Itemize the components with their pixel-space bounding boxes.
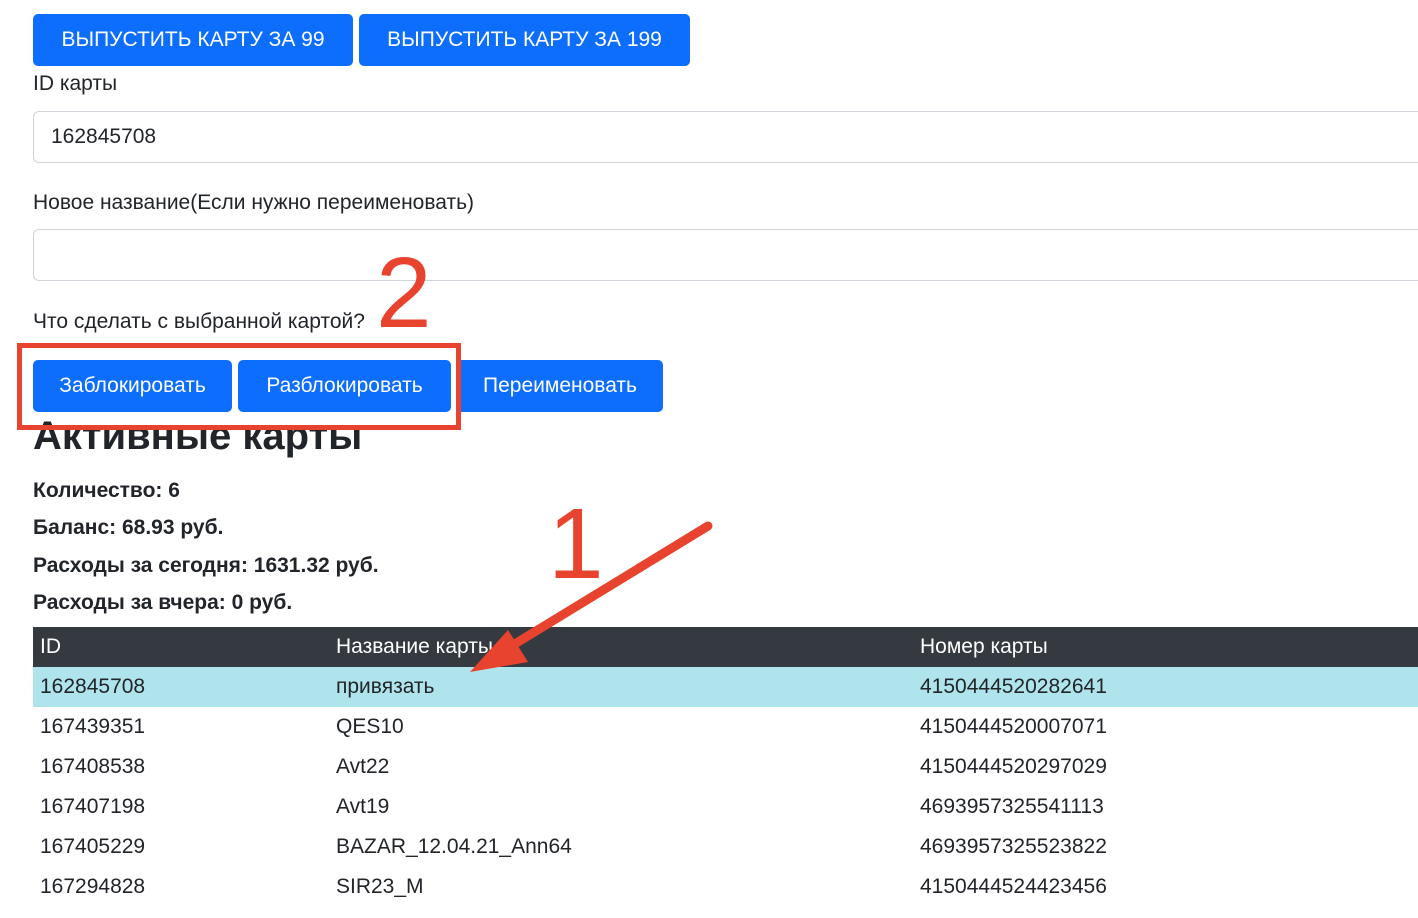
cell-number: 4693957325541113 bbox=[920, 795, 1104, 818]
new-name-input[interactable] bbox=[33, 229, 1418, 281]
cell-id: 167294828 bbox=[40, 875, 146, 898]
action-label: Что сделать с выбранной картой? bbox=[33, 310, 365, 333]
cards-table: ID Название карты Номер карты 162845708 … bbox=[33, 627, 1418, 907]
cell-number: 4150444520007071 bbox=[920, 715, 1107, 738]
table-row[interactable]: 167439351 QES10 4150444520007071 bbox=[33, 707, 1418, 747]
table-row[interactable]: 167407198 Avt19 4693957325541113 bbox=[33, 787, 1418, 827]
balance: Баланс: 68.93 руб. bbox=[33, 516, 224, 539]
column-header-number: Номер карты bbox=[913, 627, 1418, 667]
new-name-label: Новое название(Если нужно переименовать) bbox=[33, 191, 475, 214]
cell-number: 4693957325523822 bbox=[920, 835, 1107, 858]
cell-id: 162845708 bbox=[33, 667, 329, 707]
table-row-selected[interactable]: 162845708 привязать 4150444520282641 bbox=[33, 667, 1418, 707]
cell-id: 167405229 bbox=[40, 835, 146, 858]
card-id-input[interactable] bbox=[33, 111, 1418, 163]
card-id-label: ID карты bbox=[33, 72, 118, 95]
cell-id: 167439351 bbox=[40, 715, 146, 738]
table-row[interactable]: 167408538 Avt22 4150444520297029 bbox=[33, 747, 1418, 787]
column-header-id: ID bbox=[33, 627, 329, 667]
annotation-step-2: 2 bbox=[376, 237, 432, 349]
annotation-highlight-box bbox=[17, 343, 461, 430]
issue-card-199-button[interactable]: ВЫПУСТИТЬ КАРТУ ЗА 199 bbox=[359, 14, 690, 66]
issue-card-99-button[interactable]: ВЫПУСТИТЬ КАРТУ ЗА 99 bbox=[33, 14, 353, 66]
cell-name: Avt22 bbox=[336, 755, 390, 778]
cell-number: 4150444524423456 bbox=[920, 875, 1107, 898]
table-row[interactable]: 167294828 SIR23_M 4150444524423456 bbox=[33, 867, 1418, 907]
table-row[interactable]: 167405229 BAZAR_12.04.21_Ann64 469395732… bbox=[33, 827, 1418, 867]
cell-name: Avt19 bbox=[336, 795, 390, 818]
cards-count: Количество: 6 bbox=[33, 479, 180, 502]
cell-number: 4150444520297029 bbox=[920, 755, 1107, 778]
cell-name: QES10 bbox=[336, 715, 404, 738]
spent-yesterday: Расходы за вчера: 0 руб. bbox=[33, 591, 293, 614]
cell-name: BAZAR_12.04.21_Ann64 bbox=[336, 835, 572, 858]
cell-name: SIR23_M bbox=[336, 875, 424, 898]
spent-today: Расходы за сегодня: 1631.32 руб. bbox=[33, 554, 379, 577]
cell-id: 167407198 bbox=[40, 795, 146, 818]
cell-name: привязать bbox=[329, 667, 913, 707]
cell-number: 4150444520282641 bbox=[913, 667, 1418, 707]
cell-id: 167408538 bbox=[40, 755, 146, 778]
annotation-step-1: 1 bbox=[548, 488, 604, 600]
rename-button[interactable]: Переименовать bbox=[457, 360, 663, 412]
table-header-row: ID Название карты Номер карты bbox=[33, 627, 1418, 667]
column-header-name: Название карты bbox=[329, 627, 913, 667]
